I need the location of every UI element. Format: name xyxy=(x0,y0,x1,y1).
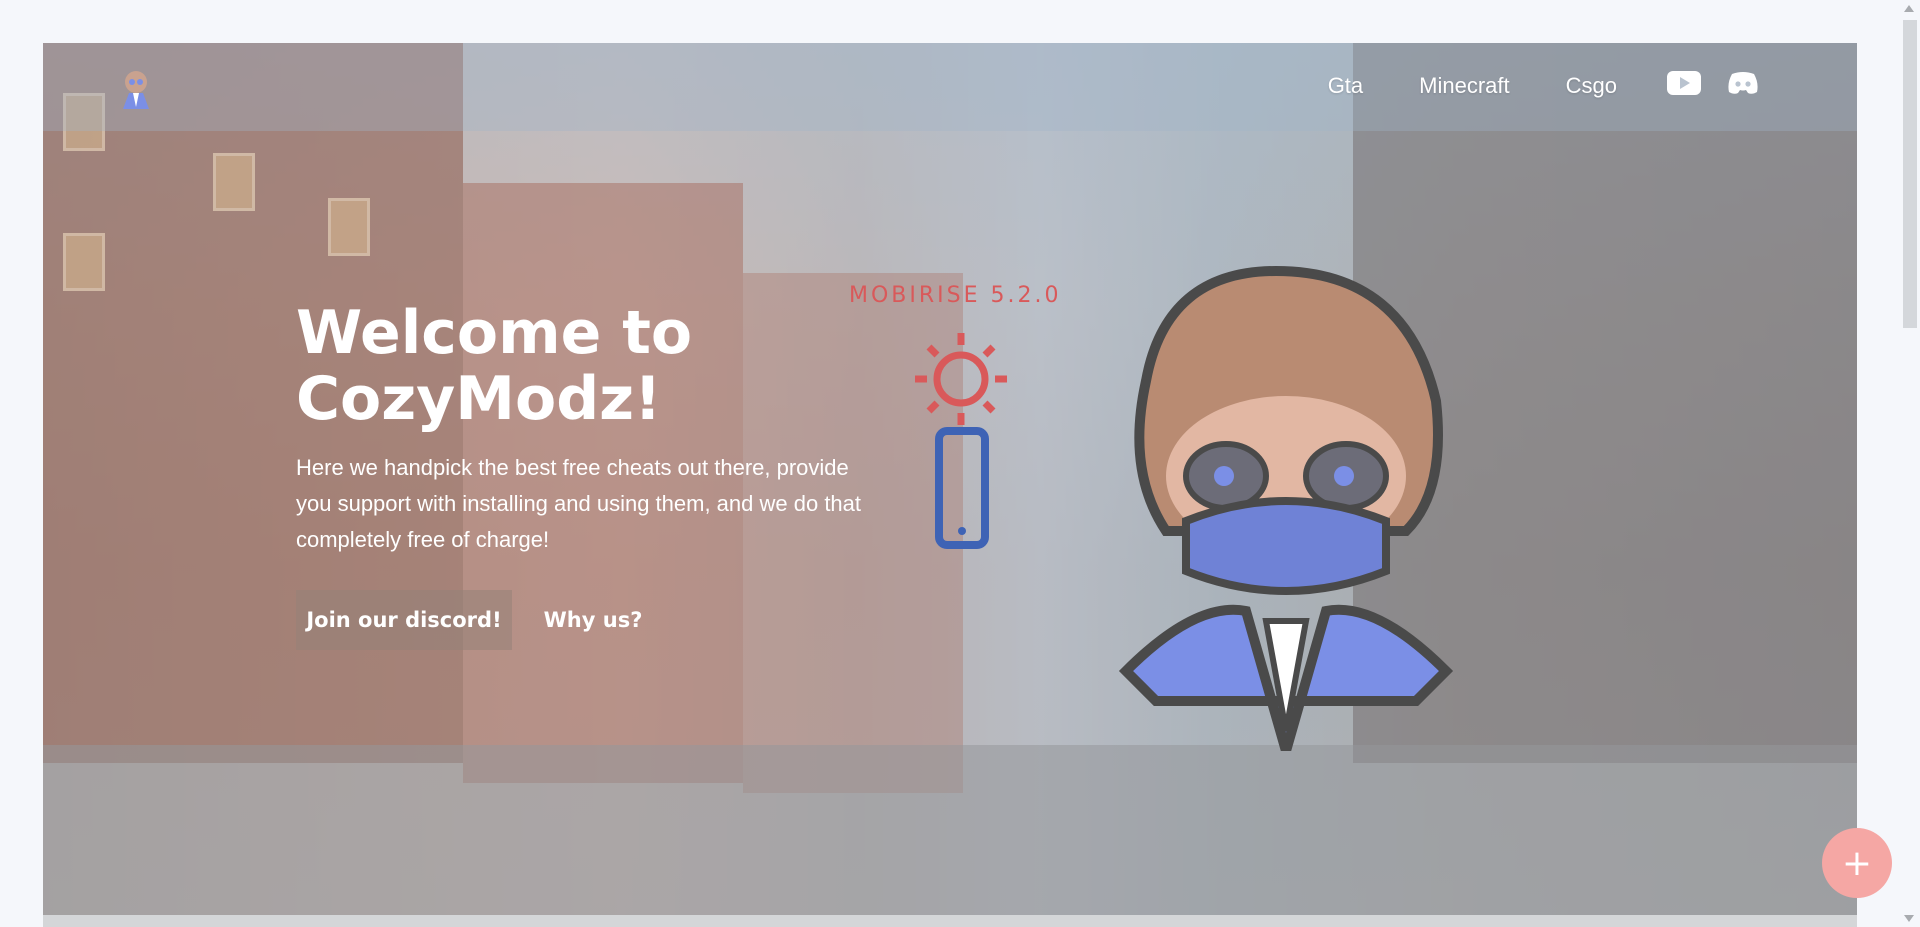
background-window xyxy=(213,153,255,211)
navbar: Gta Minecraft Csgo xyxy=(43,43,1857,131)
scroll-up-icon[interactable] xyxy=(1904,5,1914,12)
scroll-down-icon[interactable] xyxy=(1904,915,1914,922)
add-button[interactable]: + xyxy=(1822,828,1892,898)
version-badge: MOBIRISE 5.2.0 xyxy=(849,283,1062,308)
nav-link-csgo[interactable]: Csgo xyxy=(1566,73,1617,99)
nav-link-minecraft[interactable]: Minecraft xyxy=(1419,73,1509,99)
background-street xyxy=(43,745,1857,915)
scroll-thumb[interactable] xyxy=(1903,20,1917,328)
social-links xyxy=(1667,71,1759,100)
hero-title: Welcome to CozyModz! xyxy=(296,298,693,434)
discord-icon[interactable] xyxy=(1727,71,1759,100)
youtube-icon[interactable] xyxy=(1667,71,1701,100)
join-discord-button[interactable]: Join our discord! xyxy=(296,590,512,650)
mascot-illustration xyxy=(1106,231,1466,770)
why-us-button[interactable]: Why us? xyxy=(533,590,653,650)
background-window xyxy=(328,198,370,256)
nav-link-gta[interactable]: Gta xyxy=(1328,73,1363,99)
background-window xyxy=(63,233,105,291)
hero-subtitle: Here we handpick the best free cheats ou… xyxy=(296,455,862,552)
logo[interactable] xyxy=(113,65,159,111)
phone-sun-icon xyxy=(891,315,1031,560)
scrollbar[interactable] xyxy=(1898,0,1920,927)
next-section-edge xyxy=(43,915,1857,927)
hero-section: Gta Minecraft Csgo MOBIRISE 5.2.0 Welcom… xyxy=(43,43,1857,915)
nav-links: Gta Minecraft Csgo xyxy=(1328,73,1617,99)
